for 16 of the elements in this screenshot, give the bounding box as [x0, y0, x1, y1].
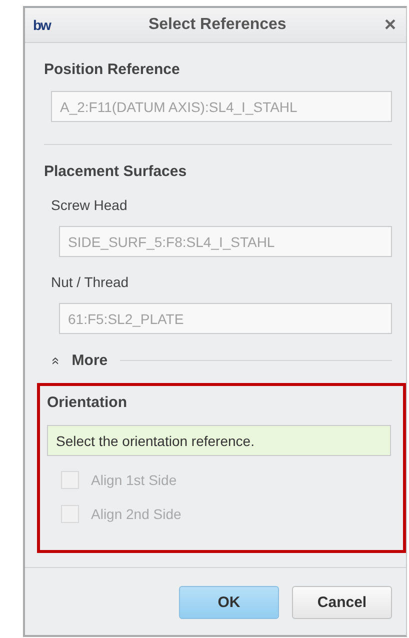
section-heading: Placement Surfaces: [44, 163, 188, 180]
reference-field[interactable]: 61:F5:SL2_PLATE: [59, 303, 392, 334]
prompt-field[interactable]: Select the orientation reference.: [47, 425, 391, 456]
section-heading: Orientation: [47, 394, 128, 411]
more-toggle[interactable]: » More: [44, 352, 108, 369]
reference-field[interactable]: SIDE_SURF_5:F8:SL4_I_STAHL: [59, 226, 392, 257]
close-button[interactable]: ×: [384, 14, 396, 36]
window-title: Select References: [147, 16, 288, 34]
reference-field[interactable]: A_2:F11(DATUM AXIS):SL4_I_STAHL: [51, 91, 392, 122]
ok-button[interactable]: OK: [179, 586, 279, 619]
cancel-button[interactable]: Cancel: [292, 586, 392, 619]
section-heading: Position Reference: [44, 61, 181, 78]
app-logo: bw: [33, 17, 50, 33]
field-label: Screw Head: [51, 197, 128, 213]
chevron-icon: »: [46, 356, 62, 364]
field-label: Nut / Thread: [51, 274, 130, 290]
